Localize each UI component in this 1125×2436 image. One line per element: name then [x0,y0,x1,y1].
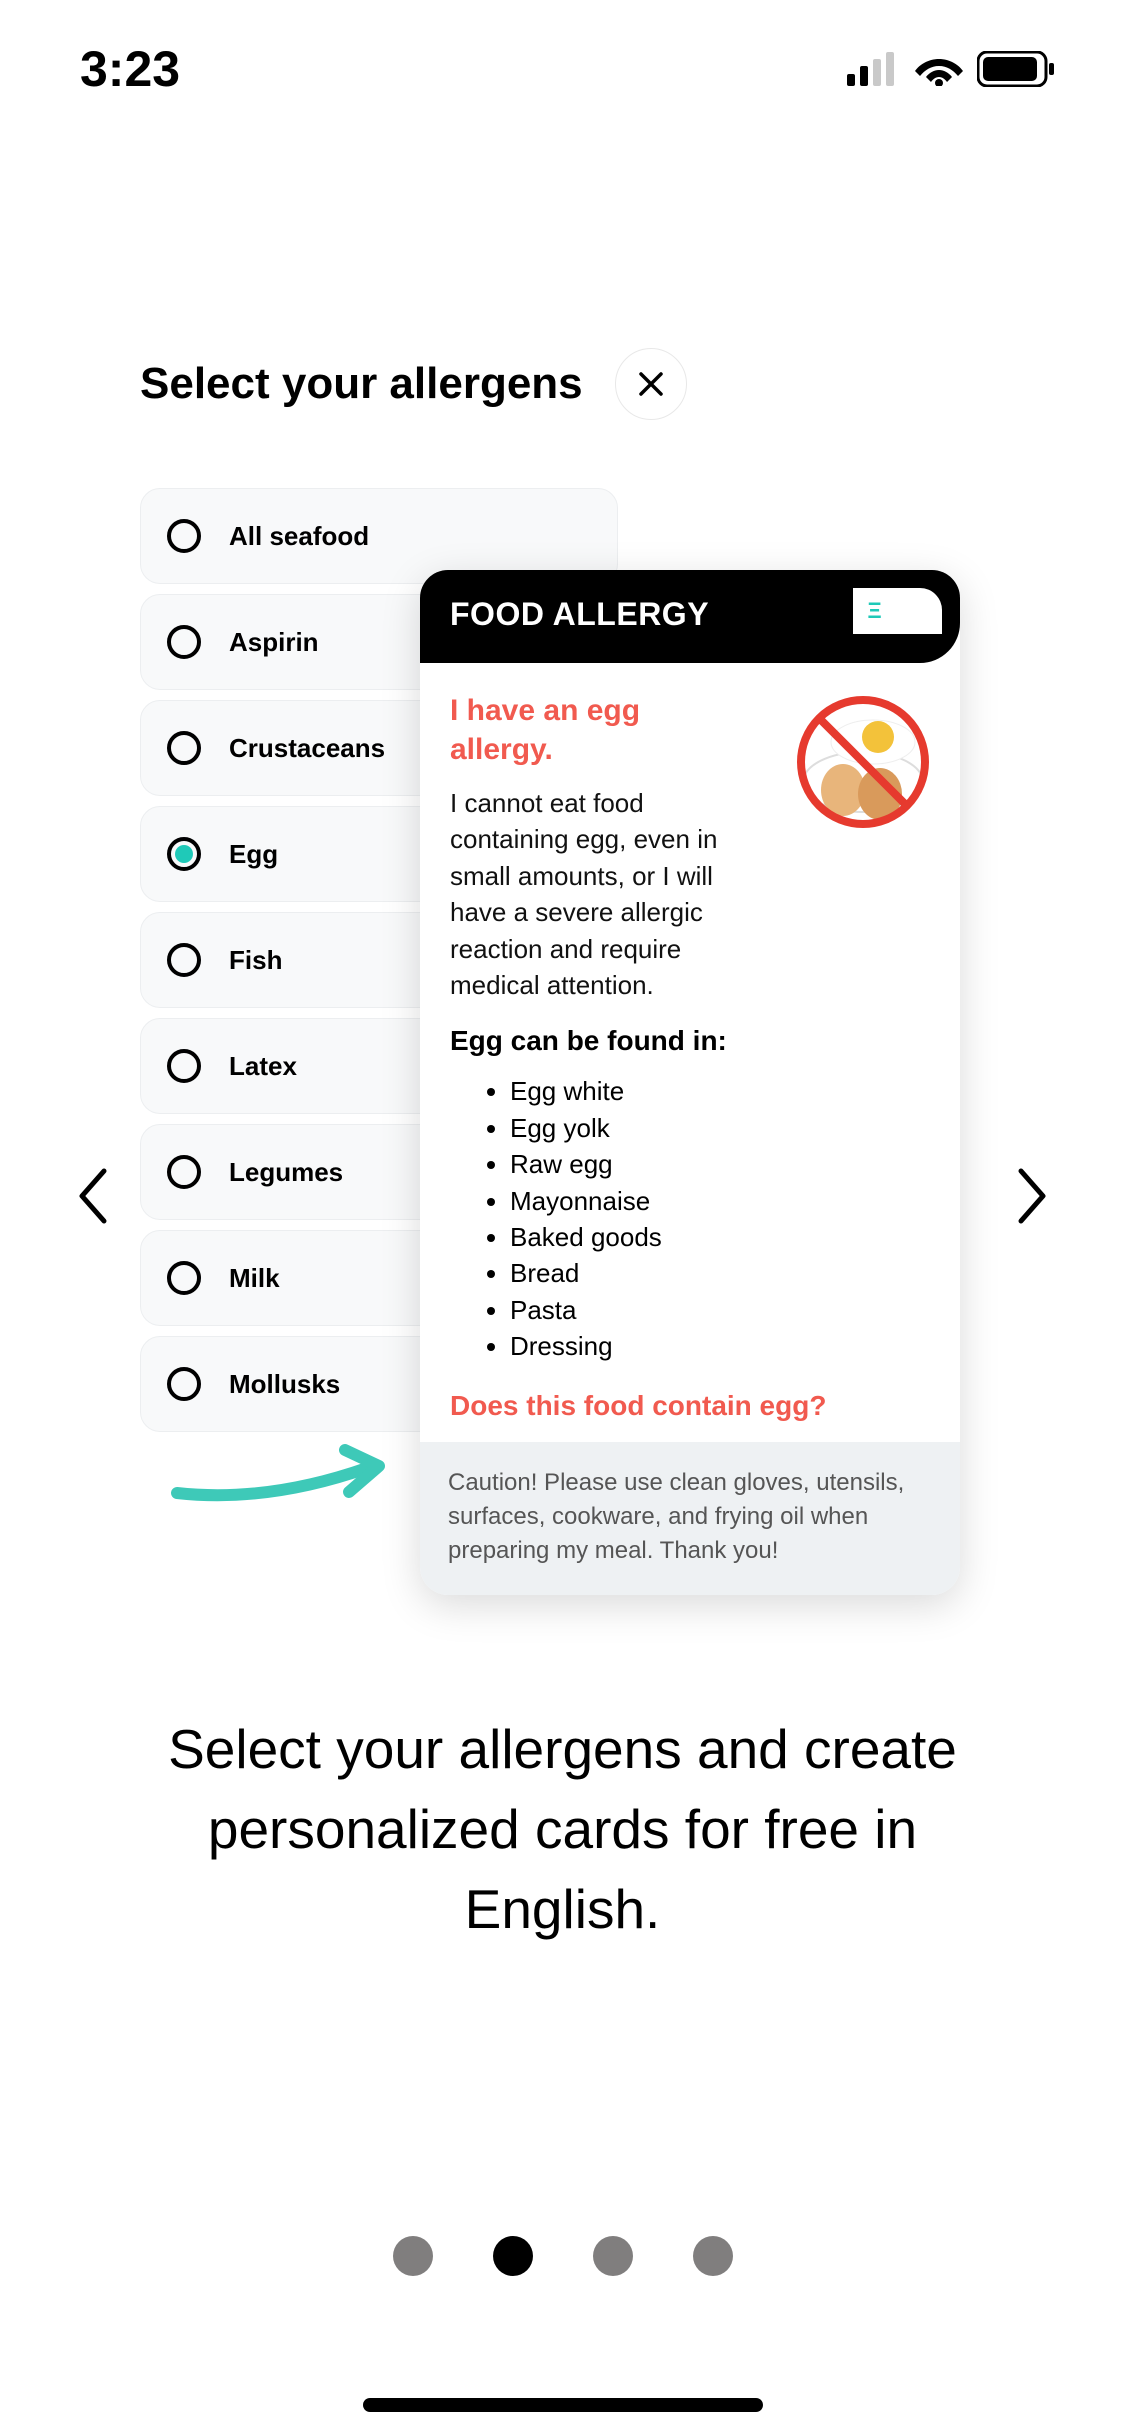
radio-icon [167,519,201,553]
card-footer: Caution! Please use clean gloves, utensi… [420,1442,960,1595]
wifi-icon [915,52,963,86]
card-body: I have an egg allergy. I cannot eat food… [420,663,960,1442]
pointer-arrow-icon [167,1438,397,1508]
radio-icon [167,837,201,871]
status-bar: 3:23 [0,0,1125,98]
ingredients-label: Egg can be found in: [450,1025,930,1057]
card-logo: ΞATS [853,588,942,634]
card-subtitle: I have an egg allergy. [450,691,750,769]
allergy-card: FOOD ALLERGY ΞATS I have an egg allergy.… [420,570,960,1595]
ingredient-item: Egg white [510,1073,930,1109]
radio-icon [167,731,201,765]
page-title: Select your allergens [140,359,583,409]
allergen-label: Mollusks [229,1369,340,1400]
header-row: Select your allergens [140,348,985,420]
card-header: FOOD ALLERGY ΞATS [420,570,960,663]
allergen-label: All seafood [229,521,369,552]
pagination-dots [0,2236,1125,2276]
radio-icon [167,1155,201,1189]
onboarding-text: Select your allergens and create persona… [0,1710,1125,1949]
pagination-dot[interactable] [493,2236,533,2276]
status-icons [847,51,1055,87]
home-indicator[interactable] [363,2398,763,2412]
allergen-label: Aspirin [229,627,319,658]
status-time: 3:23 [80,40,180,98]
close-icon [637,370,665,398]
ingredient-item: Baked goods [510,1219,930,1255]
prev-button[interactable] [72,1165,114,1227]
radio-icon [167,943,201,977]
egg-crossed-icon [788,682,938,832]
battery-icon [977,51,1055,87]
allergen-label: Crustaceans [229,733,385,764]
radio-icon [167,1367,201,1401]
radio-icon [167,1049,201,1083]
ingredient-item: Raw egg [510,1146,930,1182]
allergen-label: Latex [229,1051,297,1082]
ingredient-item: Bread [510,1255,930,1291]
pagination-dot[interactable] [393,2236,433,2276]
allergen-label: Milk [229,1263,280,1294]
next-button[interactable] [1011,1165,1053,1227]
card-question: Does this food contain egg? [450,1390,930,1422]
radio-icon [167,1261,201,1295]
cellular-icon [847,52,901,86]
pagination-dot[interactable] [593,2236,633,2276]
radio-icon [167,625,201,659]
close-button[interactable] [615,348,687,420]
ingredient-item: Dressing [510,1328,930,1364]
ingredients-list: Egg whiteEgg yolkRaw eggMayonnaiseBaked … [450,1073,930,1364]
allergen-label: Egg [229,839,278,870]
card-header-title: FOOD ALLERGY [450,596,709,633]
ingredient-item: Pasta [510,1292,930,1328]
ingredient-item: Mayonnaise [510,1183,930,1219]
allergen-label: Fish [229,945,282,976]
allergen-label: Legumes [229,1157,343,1188]
card-description: I cannot eat food containing egg, even i… [450,785,750,1003]
ingredient-item: Egg yolk [510,1110,930,1146]
pagination-dot[interactable] [693,2236,733,2276]
